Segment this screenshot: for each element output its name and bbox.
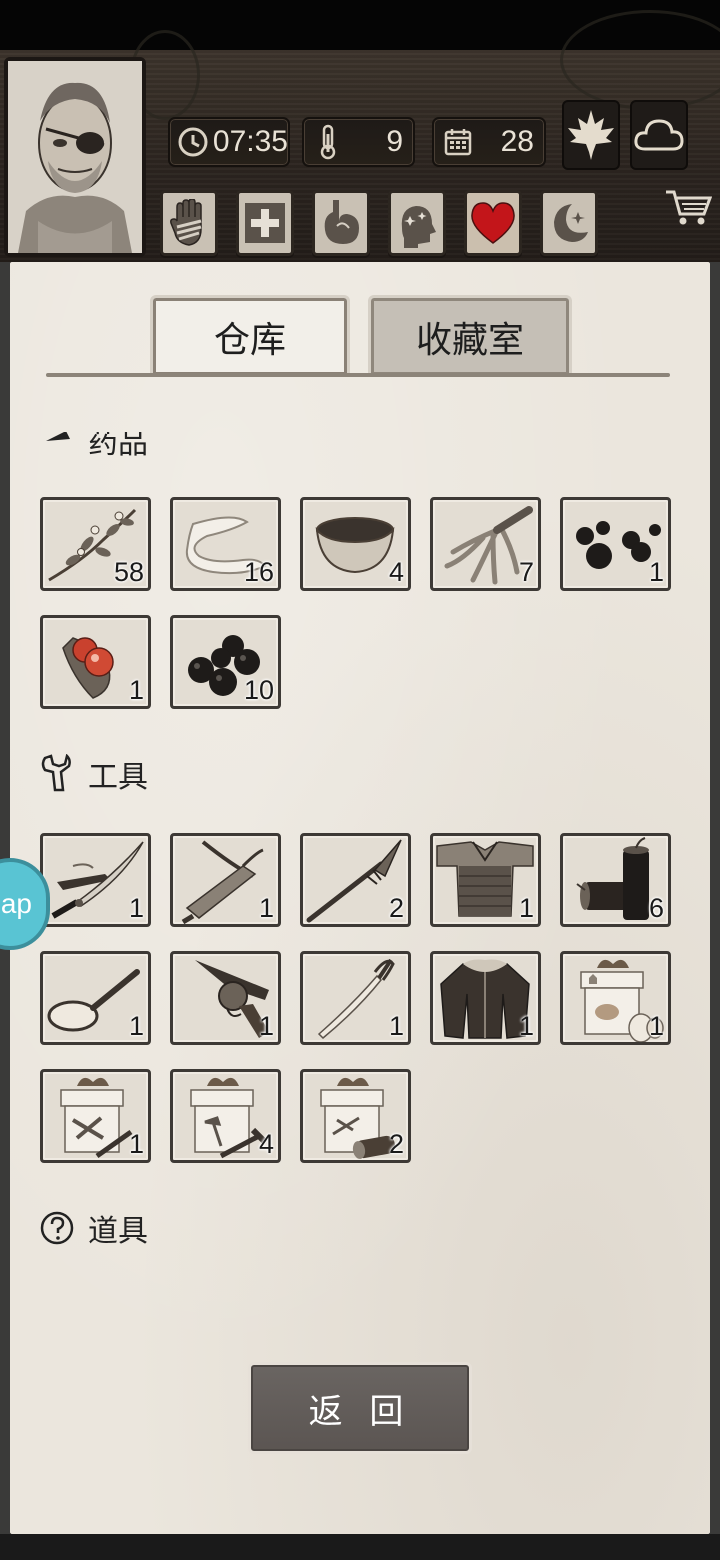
- item-count: 4: [388, 557, 404, 587]
- item-slot-crossbow[interactable]: 1: [170, 833, 281, 927]
- shop-cart-icon[interactable]: [664, 186, 712, 228]
- status-sleep[interactable]: [540, 190, 598, 256]
- item-slot-tool-gift-box[interactable]: 4: [170, 1069, 281, 1163]
- item-count: 1: [128, 1129, 144, 1159]
- vine-decoration: [560, 10, 720, 110]
- back-button[interactable]: 返 回: [248, 1362, 472, 1454]
- item-slot-sabre[interactable]: 1: [300, 951, 411, 1045]
- item-count: 1: [648, 557, 664, 587]
- medical-cross-icon: [245, 203, 285, 243]
- tab-warehouse[interactable]: 仓库: [150, 295, 350, 375]
- item-slot-katana[interactable]: 1: [40, 833, 151, 927]
- item-slot-frying-pan[interactable]: 1: [40, 951, 151, 1045]
- item-count: 1: [388, 1011, 404, 1041]
- status-mood[interactable]: [464, 190, 522, 256]
- tools-grid: 1 1 2 1 6 1 1 1 1 1 1 4 2: [40, 833, 671, 1163]
- item-count: 2: [388, 893, 404, 923]
- item-count: 58: [113, 557, 144, 587]
- section-header-tools: 工具: [38, 752, 148, 796]
- clock-icon: [176, 124, 211, 160]
- status-icons-row: [160, 190, 598, 256]
- item-count: 2: [388, 1129, 404, 1159]
- temperature-value: 9: [386, 125, 403, 158]
- bottom-edge: [0, 1534, 720, 1560]
- item-count: 1: [128, 675, 144, 705]
- tab-collection-room[interactable]: 收藏室: [368, 295, 572, 375]
- item-slot-fur-coat[interactable]: 1: [430, 951, 541, 1045]
- calendar-icon: [440, 124, 476, 160]
- item-count: 7: [518, 557, 534, 587]
- weather-button[interactable]: [630, 100, 688, 170]
- day-display: 28: [432, 117, 546, 167]
- item-slot-ginseng[interactable]: 7: [430, 497, 541, 591]
- tab-divider: [46, 373, 670, 377]
- item-count: 1: [518, 893, 534, 923]
- item-count: 16: [243, 557, 274, 587]
- item-slot-herb[interactable]: 58: [40, 497, 151, 591]
- item-count: 1: [518, 1011, 534, 1041]
- wrench-icon: [38, 754, 76, 793]
- temperature-display: 9: [302, 117, 415, 167]
- status-injury[interactable]: [160, 190, 218, 256]
- item-slot-red-berries[interactable]: 1: [40, 615, 151, 709]
- item-slot-revolver[interactable]: 1: [170, 951, 281, 1045]
- heart-icon: [471, 202, 515, 244]
- item-slot-food-gift-box[interactable]: 1: [560, 951, 671, 1045]
- moon-star-icon: [554, 204, 588, 242]
- medicine-grid: 58 16 4 7 1 1 10: [40, 497, 671, 709]
- bandaged-hand-icon: [170, 199, 202, 246]
- item-slot-dynamite[interactable]: 6: [560, 833, 671, 927]
- time-value: 07:35: [212, 125, 288, 158]
- item-count: 1: [258, 1011, 274, 1041]
- day-value: 28: [500, 125, 534, 158]
- season-button[interactable]: [562, 100, 620, 170]
- item-count: 1: [258, 893, 274, 923]
- status-sanity[interactable]: [388, 190, 446, 256]
- right-edge: [710, 262, 720, 1560]
- dizzy-head-icon: [401, 206, 436, 248]
- item-slot-bowl[interactable]: 4: [300, 497, 411, 591]
- question-mark-icon: [38, 1209, 76, 1247]
- eyepatch-man-avatar: [8, 61, 142, 253]
- item-slot-black-pellets[interactable]: 10: [170, 615, 281, 709]
- stomach-icon: [324, 200, 359, 244]
- item-slot-armor[interactable]: 1: [430, 833, 541, 927]
- maple-leaf-icon: [568, 110, 614, 160]
- item-count: 6: [648, 893, 664, 923]
- cloud-icon: [634, 119, 684, 151]
- item-slot-wood-gift-box[interactable]: 2: [300, 1069, 411, 1163]
- item-slot-weapon-gift-box[interactable]: 1: [40, 1069, 151, 1163]
- item-count: 1: [128, 1011, 144, 1041]
- item-count: 10: [243, 675, 274, 705]
- item-count: 1: [648, 1011, 664, 1041]
- item-slot-bandage[interactable]: 16: [170, 497, 281, 591]
- clock-display: 07:35: [168, 117, 290, 167]
- status-hunger[interactable]: [312, 190, 370, 256]
- item-slot-pills[interactable]: 1: [560, 497, 671, 591]
- item-slot-spear[interactable]: 2: [300, 833, 411, 927]
- thermometer-icon: [310, 124, 346, 160]
- item-count: 4: [258, 1129, 274, 1159]
- character-portrait[interactable]: [4, 57, 146, 257]
- section-title: 工具: [88, 760, 148, 795]
- status-health[interactable]: [236, 190, 294, 256]
- item-count: 1: [128, 893, 144, 923]
- section-header-props: 道具: [38, 1206, 148, 1250]
- section-title: 道具: [88, 1214, 148, 1249]
